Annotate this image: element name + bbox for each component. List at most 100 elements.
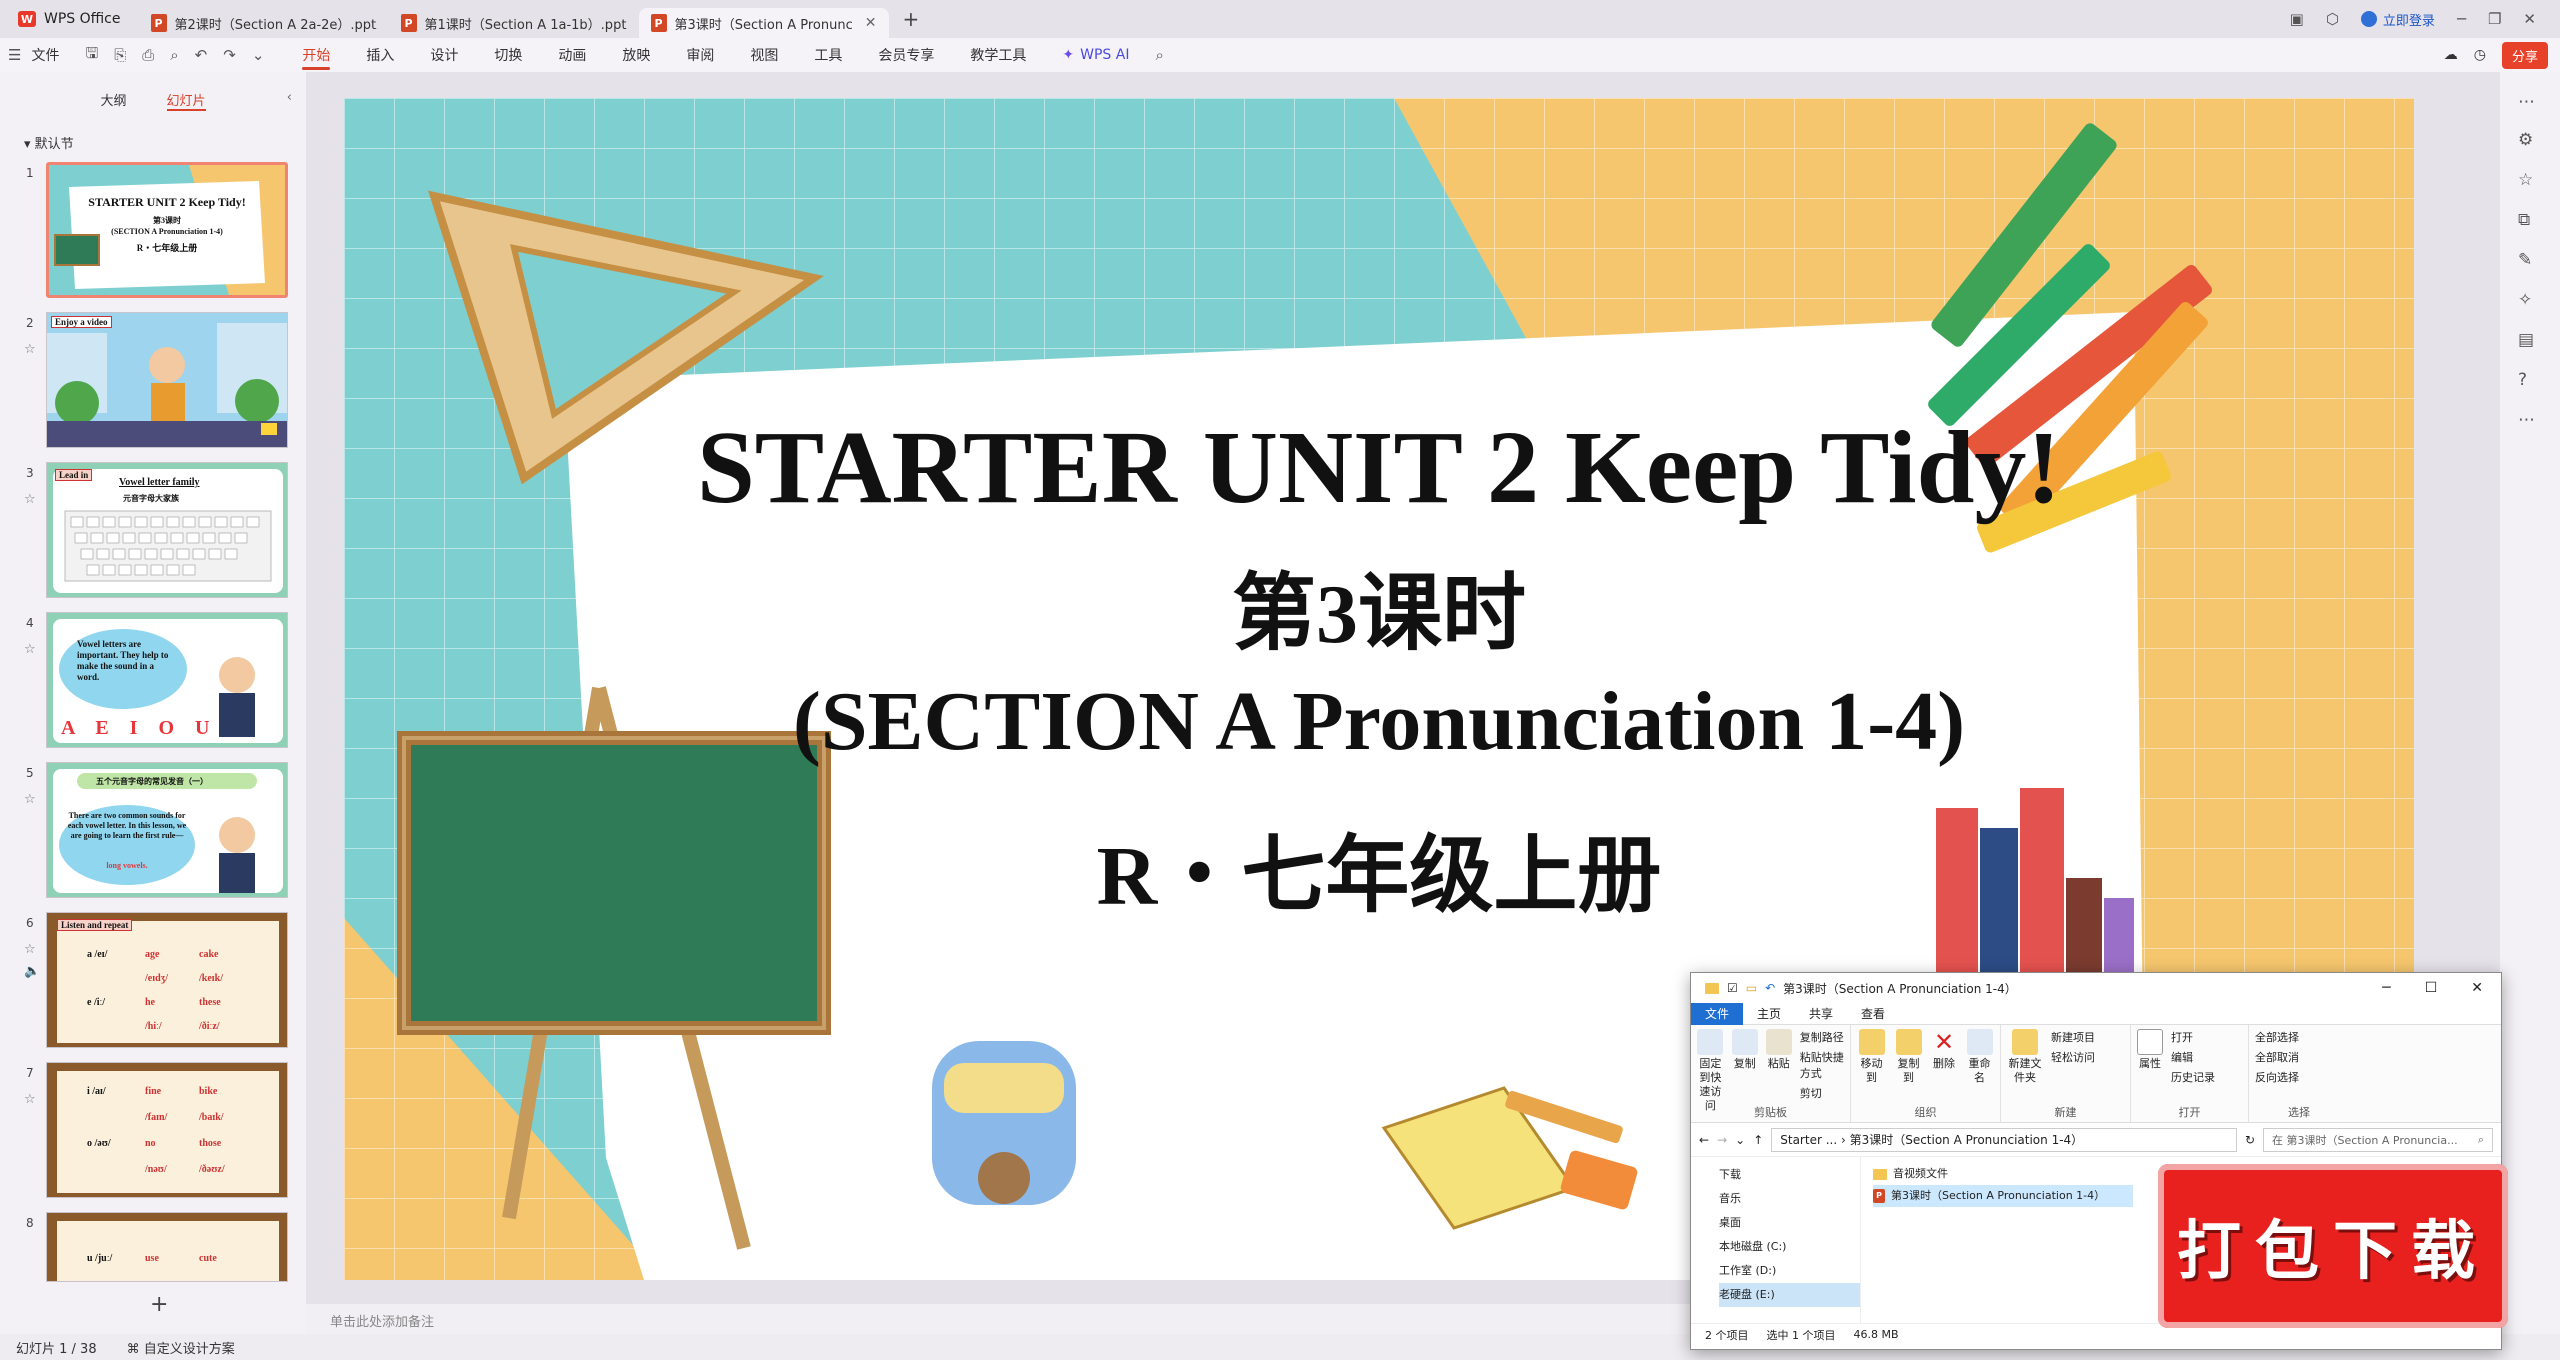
- properties-button[interactable]: 属性: [2137, 1029, 2163, 1071]
- up-icon[interactable]: ↑: [1753, 1133, 1763, 1147]
- design-scheme-button[interactable]: ⌘ 自定义设计方案: [127, 1338, 235, 1357]
- move-to-button[interactable]: 移动到: [1857, 1029, 1886, 1085]
- redo-icon[interactable]: ↷: [215, 46, 244, 64]
- menu-start[interactable]: 开始: [284, 38, 348, 72]
- explorer-search-input[interactable]: 在 第3课时（Section A Pronuncia... ⌕: [2263, 1127, 2493, 1152]
- undo-icon[interactable]: ↶: [1765, 981, 1775, 995]
- checkbox-icon[interactable]: ☑: [1727, 981, 1738, 995]
- doc-tab-2[interactable]: P 第2课时（Section A 2a-2e）.pptx: [139, 8, 389, 38]
- nav-desktop[interactable]: 桌面: [1719, 1211, 1860, 1235]
- copy-icon[interactable]: ⧉: [2518, 210, 2530, 230]
- copy-path-button[interactable]: 复制路径: [1800, 1029, 1844, 1045]
- layout-icon[interactable]: ▤: [2518, 330, 2534, 350]
- login-button[interactable]: 立即登录: [2360, 10, 2435, 29]
- nav-drive-e[interactable]: 老硬盘 (E:): [1719, 1283, 1860, 1307]
- tab-file[interactable]: 文件: [1691, 1002, 1744, 1025]
- star-icon[interactable]: ☆: [24, 492, 36, 507]
- tab-slides[interactable]: 幻灯片: [166, 90, 206, 111]
- magic-icon[interactable]: ✧: [2518, 290, 2532, 310]
- close-window-icon[interactable]: ✕: [2523, 10, 2536, 28]
- help-icon[interactable]: ?: [2518, 370, 2527, 390]
- refresh-icon[interactable]: ↻: [2245, 1133, 2255, 1147]
- easy-access-button[interactable]: 轻松访问: [2051, 1049, 2095, 1065]
- select-all-button[interactable]: 全部选择: [2255, 1029, 2299, 1045]
- menu-design[interactable]: 设计: [412, 38, 476, 72]
- more-dots-icon[interactable]: ⋯: [2518, 410, 2535, 430]
- wps-ai-button[interactable]: ✦ WPS AI: [1044, 38, 1147, 72]
- section-header[interactable]: ▾ 默认节: [0, 111, 306, 152]
- share-button[interactable]: 分享: [2501, 41, 2548, 69]
- download-package-badge[interactable]: 打包下载: [2158, 1164, 2508, 1328]
- menu-transition[interactable]: 切换: [476, 38, 540, 72]
- slide-grade[interactable]: R・七年级上册: [344, 808, 2414, 929]
- file-menu[interactable]: 文件: [29, 38, 77, 72]
- chevron-down-icon[interactable]: ⌄: [244, 46, 273, 64]
- address-bar[interactable]: Starter ... › 第3课时（Section A Pronunciati…: [1771, 1127, 2237, 1152]
- restore-icon[interactable]: ❐: [2488, 10, 2501, 28]
- open-button[interactable]: 打开: [2171, 1029, 2215, 1045]
- tab-home[interactable]: 主页: [1743, 1003, 1795, 1025]
- paste-shortcut-button[interactable]: 粘贴快捷方式: [1800, 1049, 1844, 1081]
- settings-icon[interactable]: ⚙: [2518, 130, 2533, 150]
- slide-thumbnail-6[interactable]: Listen and repeat a /eɪ/age cake /eɪdʒ/ /k…: [46, 912, 288, 1048]
- star-icon[interactable]: ☆: [2518, 170, 2533, 190]
- slide-thumbnail-2[interactable]: Enjoy a video: [46, 312, 288, 448]
- forward-icon[interactable]: →: [1717, 1133, 1727, 1147]
- doc-tab-1[interactable]: P 第1课时（Section A 1a-1b）.pptx: [389, 8, 639, 38]
- doc-tab-3-active[interactable]: P 第3课时（Section A Pronunc ✕: [638, 8, 889, 38]
- close-tab-icon[interactable]: ✕: [865, 15, 877, 31]
- tab-outline[interactable]: 大纲: [100, 90, 126, 111]
- menu-tools[interactable]: 工具: [796, 38, 860, 72]
- select-none-button[interactable]: 全部取消: [2255, 1049, 2299, 1065]
- nav-downloads[interactable]: 下载: [1719, 1163, 1860, 1187]
- slide-thumbnail-4[interactable]: Vowel letters are important. They help t…: [46, 612, 288, 748]
- new-folder-button[interactable]: 新建文件夹: [2007, 1029, 2043, 1085]
- audio-icon[interactable]: 🔈: [24, 964, 40, 979]
- cloud-sync-icon[interactable]: ☁: [2444, 47, 2458, 63]
- star-icon[interactable]: ☆: [24, 942, 36, 957]
- add-slide-button[interactable]: +: [150, 1292, 168, 1317]
- nav-drive-d[interactable]: 工作室 (D:): [1719, 1259, 1860, 1283]
- cube-icon[interactable]: ⬡: [2326, 10, 2339, 28]
- star-icon[interactable]: ☆: [24, 642, 36, 657]
- undo-icon[interactable]: ↶: [187, 46, 216, 64]
- slide-lesson[interactable]: 第3课时: [344, 546, 2414, 667]
- edit-icon[interactable]: ✎: [2518, 250, 2532, 270]
- tab-share[interactable]: 共享: [1795, 1003, 1847, 1025]
- nav-music[interactable]: 音乐: [1719, 1187, 1860, 1211]
- export-pdf-icon[interactable]: ⎘: [106, 46, 134, 64]
- wps-home-tab[interactable]: W WPS Office: [0, 0, 139, 38]
- slide-thumbnail-3[interactable]: Lead in Vowel letter family 元音字母大家族: [46, 462, 288, 598]
- menu-teaching-tools[interactable]: 教学工具: [952, 38, 1044, 72]
- window-layout-icon[interactable]: ▣: [2290, 10, 2304, 28]
- list-item[interactable]: P 第3课时（Section A Pronunciation 1-4）: [1873, 1185, 2133, 1207]
- invert-selection-button[interactable]: 反向选择: [2255, 1069, 2299, 1085]
- menu-view[interactable]: 视图: [732, 38, 796, 72]
- star-icon[interactable]: ☆: [24, 342, 36, 357]
- minimize-icon[interactable]: ─: [2382, 980, 2390, 996]
- history-icon[interactable]: ◷: [2474, 47, 2486, 63]
- menu-animation[interactable]: 动画: [540, 38, 604, 72]
- rename-button[interactable]: 重命名: [1965, 1029, 1994, 1085]
- slide-thumbnail-1[interactable]: STARTER UNIT 2 Keep Tidy! 第3课时 (SECTION …: [46, 162, 288, 298]
- menu-review[interactable]: 审阅: [668, 38, 732, 72]
- copy-to-button[interactable]: 复制到: [1894, 1029, 1923, 1085]
- paste-button[interactable]: 粘贴: [1765, 1029, 1792, 1071]
- nav-drive-c[interactable]: 本地磁盘 (C:): [1719, 1235, 1860, 1259]
- collapse-panel-icon[interactable]: ‹: [287, 90, 292, 105]
- chevron-down-icon[interactable]: ⌄: [1735, 1133, 1745, 1147]
- star-icon[interactable]: ☆: [24, 792, 36, 807]
- slide-thumbnail-8[interactable]: u /juː/use cute: [46, 1212, 288, 1282]
- search-icon[interactable]: ⌕: [1147, 46, 1171, 64]
- maximize-icon[interactable]: ☐: [2425, 980, 2438, 996]
- menu-slideshow[interactable]: 放映: [604, 38, 668, 72]
- cut-button[interactable]: 剪切: [1800, 1085, 1844, 1101]
- history-button[interactable]: 历史记录: [2171, 1069, 2215, 1085]
- close-window-icon[interactable]: ✕: [2471, 980, 2483, 996]
- slide-title[interactable]: STARTER UNIT 2 Keep Tidy!: [344, 408, 2414, 527]
- tab-view[interactable]: 查看: [1847, 1003, 1899, 1025]
- print-preview-icon[interactable]: ⌕: [162, 46, 186, 64]
- copy-button[interactable]: 复制: [1731, 1029, 1758, 1071]
- menu-member[interactable]: 会员专享: [860, 38, 952, 72]
- star-icon[interactable]: ☆: [24, 1092, 36, 1107]
